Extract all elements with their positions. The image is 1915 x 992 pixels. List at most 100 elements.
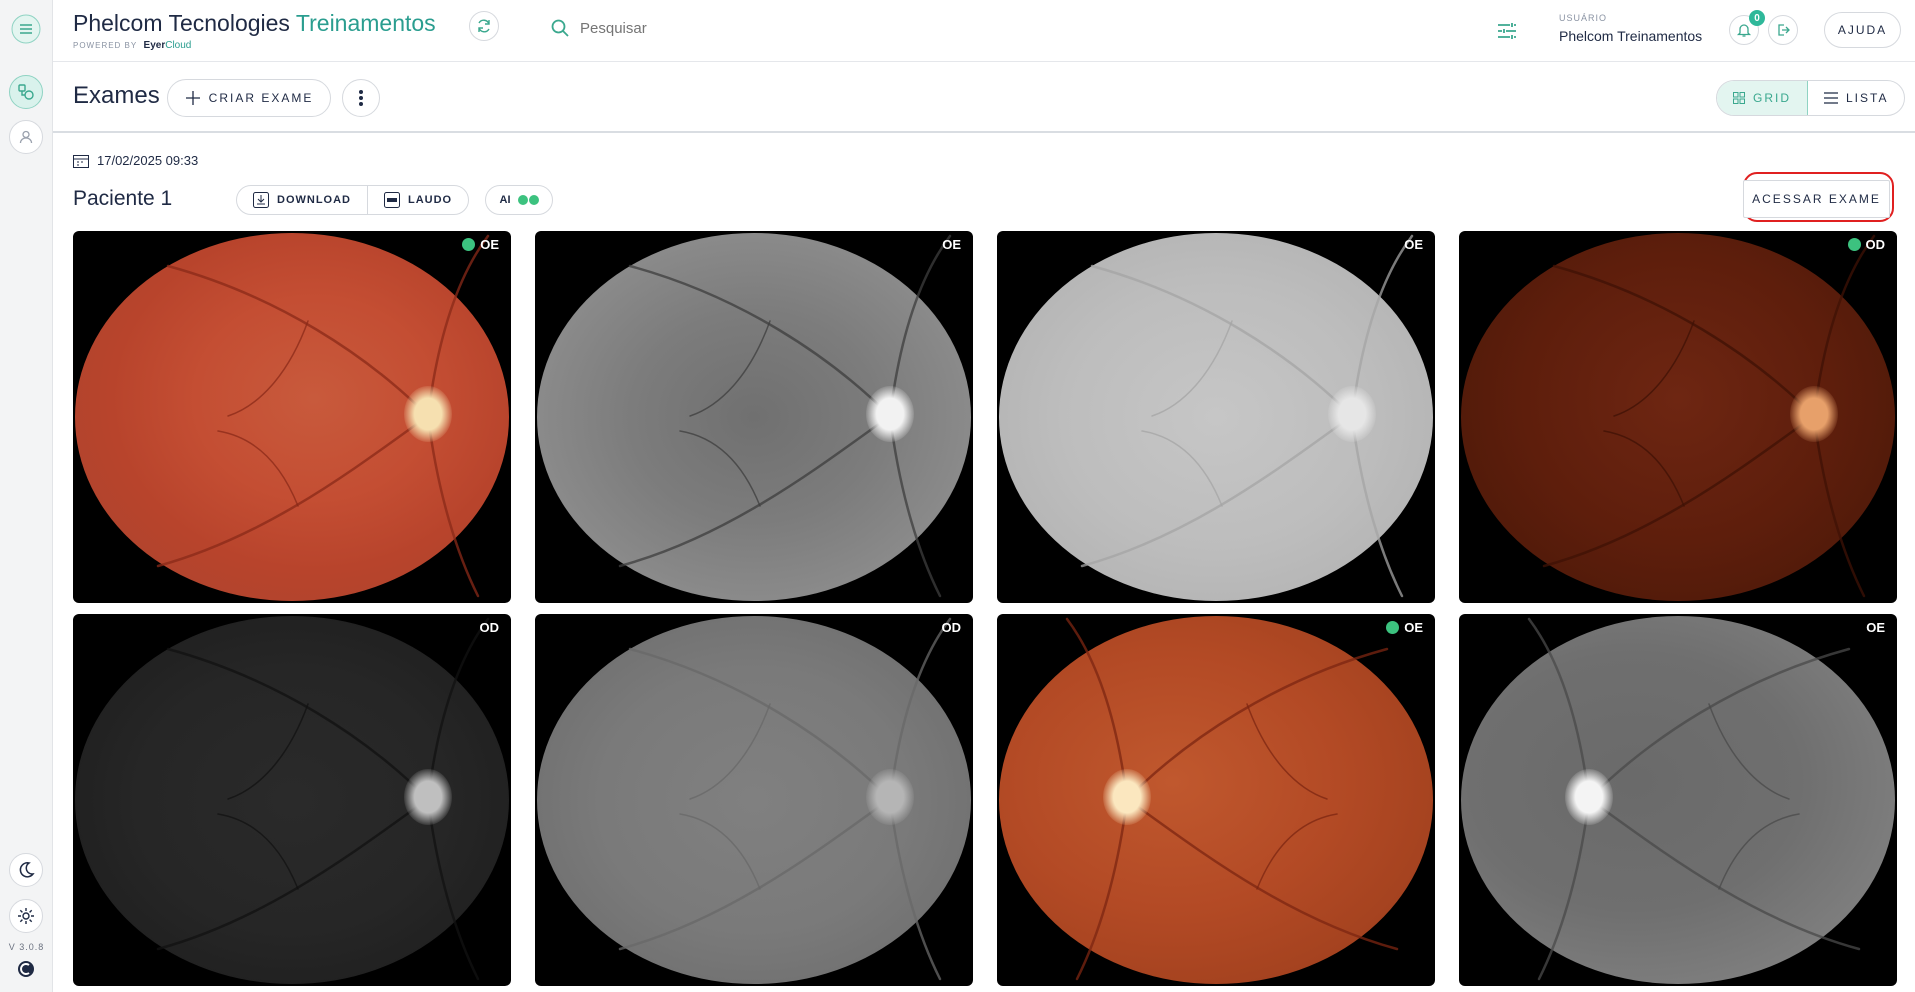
- app-title-accent: Treinamentos: [295, 10, 436, 36]
- exam-image-thumbnail[interactable]: OE: [73, 231, 511, 603]
- vessel-path: [689, 320, 771, 417]
- ai-marker-icon: [462, 238, 476, 251]
- exams-toolbar: Exames CRIAR EXAME GRID LISTA: [53, 62, 1915, 133]
- dark-mode-button[interactable]: [9, 853, 43, 887]
- exam-datetime-text: 17/02/2025 09:33: [97, 153, 199, 168]
- vessel-path: [227, 320, 309, 417]
- exam-image-thumbnail[interactable]: OD: [1459, 231, 1897, 603]
- vessel-path: [1125, 797, 1399, 951]
- optic-disc: [1790, 386, 1838, 442]
- user-info: USUÁRIO Phelcom Treinamentos: [1559, 13, 1702, 44]
- vessel-path: [166, 647, 430, 801]
- left-rail: V 3.0.8: [0, 0, 53, 992]
- exam-image-thumbnail[interactable]: OD: [73, 614, 511, 986]
- eye-side-text: OD: [479, 620, 500, 635]
- create-exam-label: CRIAR EXAME: [208, 91, 314, 105]
- optic-disc: [404, 769, 452, 825]
- exam-image-thumbnail[interactable]: OD: [535, 614, 973, 986]
- vessel-path: [1542, 414, 1816, 568]
- search-bar: [550, 18, 780, 38]
- vessel-path: [628, 264, 892, 418]
- list-view-button[interactable]: LISTA: [1808, 81, 1904, 115]
- more-options-button[interactable]: [342, 79, 380, 117]
- vessel-path: [1125, 647, 1389, 801]
- list-icon: [1824, 92, 1838, 104]
- app-title-main: Phelcom Tecnologies: [73, 10, 290, 36]
- logout-button[interactable]: [1768, 15, 1798, 45]
- vessel-path: [888, 414, 942, 598]
- download-label: DOWNLOAD: [277, 194, 351, 206]
- patient-name: Paciente 1: [73, 187, 173, 210]
- grid-view-button[interactable]: GRID: [1717, 81, 1808, 115]
- plus-icon: [185, 91, 200, 105]
- optic-disc: [1565, 769, 1613, 825]
- exam-image-thumbnail[interactable]: OE: [997, 231, 1435, 603]
- vessel-path: [217, 430, 299, 507]
- optic-disc: [1328, 386, 1376, 442]
- sync-button[interactable]: [469, 11, 499, 41]
- phelcom-logo-icon: [18, 961, 34, 977]
- optic-disc: [1103, 769, 1151, 825]
- ai-toggle[interactable]: AI: [485, 185, 553, 215]
- optic-disc: [866, 386, 914, 442]
- ai-status-icon: [517, 195, 539, 205]
- vessel-path: [679, 813, 761, 890]
- calendar-icon: [73, 154, 89, 168]
- exam-datetime: 17/02/2025 09:33: [73, 153, 198, 168]
- user-icon: [19, 130, 33, 144]
- exam-image-thumbnail[interactable]: OE: [997, 614, 1435, 986]
- create-exam-button[interactable]: CRIAR EXAME: [167, 79, 331, 117]
- settings-button[interactable]: [9, 899, 43, 933]
- eye-side-label: OD: [942, 620, 962, 635]
- eye-side-text: OE: [1404, 237, 1423, 252]
- refresh-icon: [478, 19, 490, 33]
- eye-side-text: OD: [1865, 237, 1886, 252]
- list-view-label: LISTA: [1846, 91, 1889, 105]
- eye-side-label: OE: [1866, 620, 1885, 635]
- powered-by-brand-cloud: Cloud: [165, 40, 192, 51]
- logout-icon: [1778, 24, 1790, 36]
- exam-actions: DOWNLOAD LAUDO: [236, 185, 470, 215]
- download-button[interactable]: DOWNLOAD: [237, 186, 367, 214]
- vessel-path: [679, 430, 761, 507]
- search-input[interactable]: [580, 19, 780, 37]
- vessel-path: [1256, 813, 1338, 890]
- nav-patients-button[interactable]: [9, 120, 43, 154]
- vessel-path: [217, 813, 299, 890]
- kebab-menu-icon: [359, 90, 363, 106]
- vessel-path: [1812, 414, 1866, 598]
- help-button[interactable]: AJUDA: [1824, 12, 1901, 48]
- vessel-path: [1151, 320, 1233, 417]
- exam-image-thumbnail[interactable]: OE: [1459, 614, 1897, 986]
- eye-side-label: OE: [942, 237, 961, 252]
- hamburger-icon: [11, 14, 41, 44]
- menu-button[interactable]: [9, 12, 43, 46]
- vessel-path: [227, 703, 309, 800]
- notification-count-badge: 0: [1749, 10, 1765, 26]
- nav-exams-button[interactable]: [9, 75, 43, 109]
- powered-by: POWERED BY EyerCloud: [73, 40, 436, 51]
- view-toggle: GRID LISTA: [1716, 80, 1906, 116]
- eye-side-text: OD: [941, 620, 962, 635]
- powered-by-label: POWERED BY: [73, 41, 138, 50]
- search-icon: [551, 19, 569, 37]
- access-exam-button[interactable]: ACESSAR EXAME: [1743, 180, 1890, 218]
- filter-button[interactable]: [1496, 20, 1518, 47]
- vessel-path: [628, 647, 892, 801]
- eye-side-text: OE: [480, 237, 499, 252]
- vessel-path: [1708, 703, 1790, 800]
- report-button[interactable]: LAUDO: [367, 186, 468, 214]
- notifications-button[interactable]: 0: [1729, 10, 1765, 45]
- exam-image-thumbnail[interactable]: OE: [535, 231, 973, 603]
- moon-icon: [19, 862, 35, 878]
- bell-icon: [1736, 24, 1752, 37]
- powered-by-brand: Eyer: [143, 40, 166, 51]
- grid-icon: [1733, 92, 1745, 104]
- app-version: V 3.0.8: [8, 942, 45, 952]
- filter-sliders-icon: [1498, 23, 1516, 39]
- vessel-path: [618, 797, 892, 951]
- eye-side-label: OD: [480, 620, 500, 635]
- gear-icon: [18, 908, 34, 924]
- vessel-path: [618, 414, 892, 568]
- eye-side-label: OE: [462, 237, 499, 252]
